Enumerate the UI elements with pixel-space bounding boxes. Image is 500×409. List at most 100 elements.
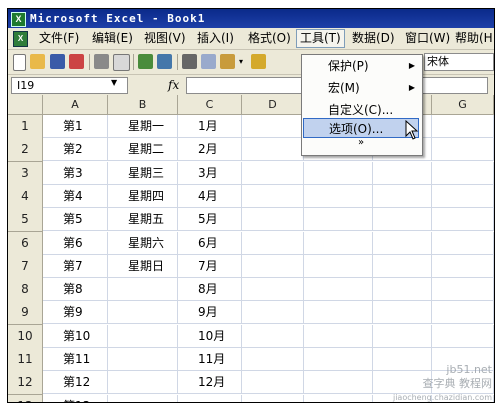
cell[interactable]: 5月: [178, 208, 242, 232]
cell[interactable]: [304, 324, 373, 348]
cell[interactable]: 星期一: [108, 115, 178, 138]
cell[interactable]: [242, 208, 304, 232]
font-name-box[interactable]: 宋体: [424, 53, 494, 71]
print-icon[interactable]: [94, 54, 109, 69]
copy-icon[interactable]: [201, 54, 216, 69]
cell[interactable]: 10月: [178, 324, 242, 348]
column-header-d[interactable]: D: [242, 95, 304, 115]
cell[interactable]: [373, 324, 432, 348]
row-header[interactable]: 4: [8, 184, 43, 209]
cell[interactable]: 第5: [43, 208, 108, 232]
cell[interactable]: [108, 301, 178, 325]
cell[interactable]: 1月: [178, 115, 242, 138]
cut-icon[interactable]: [182, 54, 197, 69]
cell[interactable]: [242, 184, 304, 208]
row-header[interactable]: 7: [8, 254, 43, 279]
cell[interactable]: [304, 348, 373, 371]
cell[interactable]: 第7: [43, 254, 108, 278]
cell[interactable]: [373, 278, 432, 302]
cell[interactable]: 第6: [43, 231, 108, 255]
new-document-icon[interactable]: [13, 54, 26, 71]
cell[interactable]: 星期五: [108, 208, 178, 232]
insert-function-icon[interactable]: fx: [168, 78, 179, 92]
workbook-icon[interactable]: X: [13, 31, 28, 47]
cell[interactable]: [432, 161, 494, 185]
tools-menu-item-macro[interactable]: 宏(M) ▶: [303, 78, 419, 98]
cell[interactable]: 星期六: [108, 231, 178, 255]
menu-view[interactable]: 视图(V): [141, 30, 189, 47]
cell[interactable]: [242, 371, 304, 395]
cell[interactable]: [373, 301, 432, 325]
cell[interactable]: 第13: [43, 394, 108, 402]
cell[interactable]: [108, 324, 178, 348]
cell[interactable]: [242, 301, 304, 325]
save-icon[interactable]: [50, 54, 65, 69]
cell[interactable]: [242, 278, 304, 302]
cell[interactable]: [242, 138, 304, 162]
row-header[interactable]: 12: [8, 371, 43, 396]
row-header[interactable]: 6: [8, 231, 43, 256]
cell[interactable]: [373, 254, 432, 278]
menu-window[interactable]: 窗口(W): [402, 30, 453, 47]
column-header-b[interactable]: B: [108, 95, 178, 115]
cell[interactable]: 11月: [178, 348, 242, 371]
cell[interactable]: 第12: [43, 371, 108, 395]
cell[interactable]: [108, 348, 178, 371]
cell[interactable]: 7月: [178, 254, 242, 278]
format-painter-icon[interactable]: [251, 54, 266, 69]
cell[interactable]: 6月: [178, 231, 242, 255]
cell[interactable]: [242, 254, 304, 278]
cell[interactable]: 星期三: [108, 161, 178, 185]
row-header[interactable]: 2: [8, 138, 43, 163]
menu-help[interactable]: 帮助(H: [452, 30, 494, 47]
permission-icon[interactable]: [69, 54, 84, 69]
row-header[interactable]: 3: [8, 161, 43, 186]
row-header[interactable]: 13: [8, 394, 43, 402]
cell[interactable]: [373, 161, 432, 185]
cell[interactable]: 星期四: [108, 184, 178, 208]
tools-menu-item-options[interactable]: 选项(O)...: [303, 118, 419, 138]
select-all-corner[interactable]: [8, 95, 43, 115]
cell[interactable]: 星期日: [108, 254, 178, 278]
tools-menu-item-protection[interactable]: 保护(P) ▶: [303, 56, 419, 76]
cell[interactable]: [242, 231, 304, 255]
cell[interactable]: [432, 231, 494, 255]
cell[interactable]: [304, 184, 373, 208]
cell[interactable]: [432, 254, 494, 278]
research-icon[interactable]: [157, 54, 172, 69]
cell[interactable]: [304, 371, 373, 395]
cell[interactable]: 第11: [43, 348, 108, 371]
cell[interactable]: [432, 278, 494, 302]
column-header-c[interactable]: C: [178, 95, 242, 115]
cell[interactable]: [304, 254, 373, 278]
menu-insert[interactable]: 插入(I): [194, 30, 237, 47]
cell[interactable]: 3月: [178, 161, 242, 185]
cell[interactable]: [373, 184, 432, 208]
print-preview-icon[interactable]: [113, 54, 130, 71]
cell[interactable]: [304, 394, 373, 402]
tools-menu-item-customize[interactable]: 自定义(C)...: [303, 100, 419, 120]
cell[interactable]: 第1: [43, 115, 108, 138]
cell[interactable]: [178, 394, 242, 402]
cell[interactable]: 第8: [43, 278, 108, 302]
column-header-a[interactable]: A: [43, 95, 108, 115]
cell[interactable]: [432, 184, 494, 208]
cell[interactable]: [242, 115, 304, 138]
row-header[interactable]: 5: [8, 208, 43, 233]
cell[interactable]: 星期二: [108, 138, 178, 162]
cell[interactable]: 9月: [178, 301, 242, 325]
row-header[interactable]: 10: [8, 324, 43, 349]
cell[interactable]: [432, 324, 494, 348]
spelling-icon[interactable]: [138, 54, 153, 69]
menu-format[interactable]: 格式(O): [245, 30, 294, 47]
cell[interactable]: [108, 394, 178, 402]
cell[interactable]: [304, 208, 373, 232]
menu-tools[interactable]: 工具(T): [296, 29, 345, 48]
cell[interactable]: 8月: [178, 278, 242, 302]
open-folder-icon[interactable]: [30, 54, 45, 69]
cell[interactable]: 第2: [43, 138, 108, 162]
cell[interactable]: [242, 394, 304, 402]
name-box-dropdown-icon[interactable]: ▼: [111, 78, 117, 87]
cell[interactable]: [373, 231, 432, 255]
column-header-g[interactable]: G: [432, 95, 494, 115]
